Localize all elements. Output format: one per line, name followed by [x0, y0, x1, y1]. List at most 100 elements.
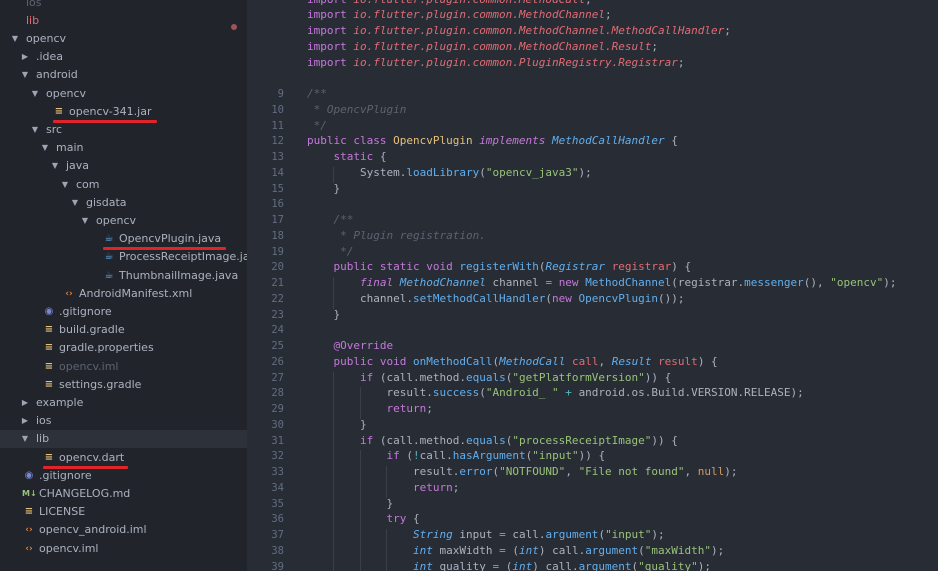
code-line[interactable]: } [307, 497, 393, 510]
chevron-down-icon[interactable]: ▼ [50, 157, 60, 175]
tree-file[interactable]: M↓ CHANGELOG.md [0, 485, 247, 503]
code-token: success [432, 386, 480, 400]
indent-guide [359, 466, 361, 482]
code-line[interactable]: */ [307, 119, 327, 132]
chevron-down-icon[interactable]: ▼ [20, 430, 30, 448]
tree-folder[interactable]: ▼ gisdata [0, 194, 247, 212]
code-line[interactable]: } [307, 418, 367, 431]
tree-file[interactable]: ☕ OpencvPlugin.java [0, 230, 247, 248]
code-line[interactable]: import io.flutter.plugin.common.MethodCh… [307, 8, 612, 21]
tree-file[interactable]: ◉ .gitignore [0, 467, 247, 485]
code-line[interactable]: static { [307, 150, 387, 163]
code-line[interactable]: /** [307, 87, 327, 100]
tree-folder[interactable]: ▼ src [0, 121, 247, 139]
tree-file[interactable]: lib [0, 12, 247, 30]
chevron-down-icon[interactable]: ▼ [30, 85, 40, 103]
chevron-down-icon[interactable]: ▼ [80, 212, 90, 230]
tree-file[interactable]: ☕ ThumbnailImage.java [0, 267, 247, 285]
code-token: OpencvPlugin [393, 134, 480, 148]
code-line[interactable]: * OpencvPlugin [307, 102, 407, 116]
code-token: OpencvPlugin [578, 291, 659, 305]
tree-file[interactable]: ≡ opencv.iml [0, 358, 247, 376]
code-line[interactable]: import io.flutter.plugin.common.MethodCh… [307, 24, 731, 37]
code-line[interactable]: if (call.method.equals("getPlatformVersi… [307, 371, 671, 384]
code-line[interactable]: return; [307, 402, 432, 415]
chevron-down-icon[interactable]: ▼ [70, 194, 80, 212]
code-token: )) { [578, 449, 606, 463]
line-number: 19 [271, 245, 284, 258]
tree-file[interactable]: ≡ gradle.properties [0, 339, 247, 357]
tree-folder[interactable]: ▼ opencv [0, 212, 247, 230]
line-number: 32 [271, 450, 284, 463]
code-line[interactable]: * Plugin registration. [307, 229, 486, 242]
tree-file[interactable]: ≡ build.gradle [0, 321, 247, 339]
chevron-down-icon[interactable]: ▼ [40, 139, 50, 157]
tree-file[interactable]: ☕ ProcessReceiptImage.java [0, 248, 247, 266]
chevron-right-icon[interactable]: ▶ [20, 394, 30, 412]
tree-folder[interactable]: ▶ .idea [0, 48, 247, 66]
tree-file[interactable]: ‹› opencv_android.iml [0, 521, 247, 539]
tree-file[interactable]: ios [0, 0, 247, 12]
code-line[interactable]: import io.flutter.plugin.common.MethodCh… [307, 40, 658, 53]
code-editor[interactable]: import io.flutter.plugin.common.MethodCa… [247, 0, 938, 571]
code-line[interactable]: result.error("NOTFOUND", "File not found… [307, 465, 738, 478]
code-line[interactable]: import io.flutter.plugin.common.PluginRe… [307, 56, 685, 69]
tree-folder[interactable]: ▼ com [0, 176, 247, 194]
line-number: 27 [271, 371, 284, 384]
code-line[interactable]: */ [307, 245, 353, 258]
code-line[interactable]: public void onMethodCall(MethodCall call… [307, 355, 718, 368]
code-line[interactable]: @Override [307, 339, 394, 352]
chevron-down-icon[interactable]: ▼ [30, 121, 40, 139]
indent-guide [333, 450, 335, 466]
tree-file[interactable]: ≡ LICENSE [0, 503, 247, 521]
code-line[interactable]: System.loadLibrary("opencv_java3"); [307, 166, 592, 179]
code-token: ; [651, 39, 658, 53]
code-line[interactable]: import io.flutter.plugin.common.MethodCa… [307, 0, 592, 6]
tree-folder[interactable]: ▶ example [0, 394, 247, 412]
code-line[interactable]: return; [307, 481, 459, 494]
tree-folder[interactable]: ▶ ios [0, 412, 247, 430]
tree-file[interactable]: ≡ opencv.dart [0, 449, 247, 467]
code-token: io.flutter.plugin.common.MethodChannel.M… [353, 24, 725, 37]
code-line[interactable]: } [307, 308, 340, 321]
code-line[interactable]: result.success("Android_ " + android.os.… [307, 386, 803, 400]
tree-folder[interactable]: ▼ opencv [0, 85, 247, 103]
code-token: } [307, 307, 341, 321]
code-token: ( [406, 449, 413, 463]
tree-folder[interactable]: ▼ lib [0, 430, 247, 449]
chevron-right-icon[interactable]: ▶ [20, 48, 30, 66]
chevron-down-icon[interactable]: ▼ [10, 30, 20, 48]
tree-file[interactable]: ≡ opencv-341.jar [0, 103, 247, 121]
code-token: new [552, 291, 579, 305]
code-line[interactable]: public class OpencvPlugin implements Met… [307, 134, 678, 147]
code-line[interactable]: int quality = (int) call.argument("quali… [307, 560, 711, 571]
line-number: 25 [271, 340, 284, 352]
code-line[interactable]: /** [307, 213, 353, 226]
code-token: { [412, 512, 420, 526]
code-line[interactable]: try { [307, 512, 420, 526]
code-line[interactable]: } [307, 182, 340, 195]
tree-file[interactable]: ◉ .gitignore [0, 303, 247, 321]
tree-folder[interactable]: ▼ opencv [0, 30, 247, 48]
code-token: io.flutter.plugin.common.MethodCall [353, 0, 585, 6]
code-token: * OpencvPlugin [307, 102, 407, 116]
chevron-right-icon[interactable]: ▶ [20, 412, 30, 430]
tree-file[interactable]: ‹› opencv.iml [0, 540, 247, 558]
code-token: registrar [611, 260, 672, 274]
tree-file[interactable]: ≡ settings.gradle [0, 376, 247, 394]
code-token: int [512, 559, 533, 571]
tree-folder[interactable]: ▼ main [0, 139, 247, 157]
chevron-down-icon[interactable]: ▼ [20, 66, 30, 84]
code-token: = [499, 528, 513, 541]
code-line[interactable]: int maxWidth = (int) call.argument("maxW… [307, 544, 724, 557]
tree-file[interactable]: ‹› AndroidManifest.xml [0, 285, 247, 303]
code-line[interactable]: if (call.method.equals("processReceiptIm… [307, 434, 678, 447]
chevron-down-icon[interactable]: ▼ [60, 176, 70, 194]
jar-file-icon: ≡ [54, 105, 64, 117]
code-line[interactable]: if (!call.hasArgument("input")) { [307, 449, 605, 462]
tree-folder[interactable]: ▼ android [0, 66, 247, 84]
tree-folder[interactable]: ▼ java [0, 157, 247, 175]
code-line[interactable]: public static void registerWith(Registra… [307, 260, 692, 274]
code-line[interactable]: channel.setMethodCallHandler(new OpencvP… [307, 292, 685, 305]
code-line[interactable]: final MethodChannel channel = new Method… [307, 276, 897, 289]
